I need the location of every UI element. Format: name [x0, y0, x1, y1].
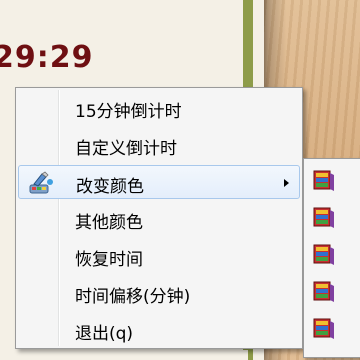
- menu-item-label: 其他颜色: [75, 213, 143, 233]
- menu-item-label: 改变颜色: [76, 177, 144, 197]
- paint-palette-icon: [28, 171, 54, 195]
- menu-item-label: 时间偏移(分钟): [75, 287, 191, 307]
- color-book-icon: [310, 170, 336, 197]
- menu-item-label: 15分钟倒计时: [75, 102, 182, 122]
- color-book-icon: [310, 318, 336, 345]
- menu-item-label: 自定义倒计时: [75, 139, 177, 159]
- color-submenu: [303, 158, 360, 358]
- menu-item-other-colors[interactable]: 其他颜色: [18, 202, 300, 236]
- color-option-5[interactable]: [310, 315, 340, 345]
- color-book-icon: [310, 207, 336, 234]
- color-option-2[interactable]: [310, 204, 340, 234]
- menu-item-time-offset[interactable]: 时间偏移(分钟): [18, 276, 300, 310]
- menu-item-change-color[interactable]: 改变颜色: [18, 165, 300, 199]
- menu-item-15min-countdown[interactable]: 15分钟倒计时: [18, 91, 300, 125]
- menu-item-custom-countdown[interactable]: 自定义倒计时: [18, 128, 300, 162]
- chevron-right-icon: [284, 179, 289, 187]
- color-book-icon: [310, 244, 336, 271]
- color-book-icon: [310, 281, 336, 308]
- color-option-1[interactable]: [310, 167, 340, 197]
- menu-item-exit[interactable]: 退出(q): [18, 313, 300, 347]
- context-menu: 15分钟倒计时 自定义倒计时 改变颜色 其他颜色 恢复时间 时间偏移(分钟) 退…: [15, 87, 303, 349]
- menu-item-label: 恢复时间: [75, 250, 143, 270]
- color-option-3[interactable]: [310, 241, 340, 271]
- color-option-4[interactable]: [310, 278, 340, 308]
- menu-item-restore-time[interactable]: 恢复时间: [18, 239, 300, 273]
- menu-item-label: 退出(q): [75, 324, 134, 344]
